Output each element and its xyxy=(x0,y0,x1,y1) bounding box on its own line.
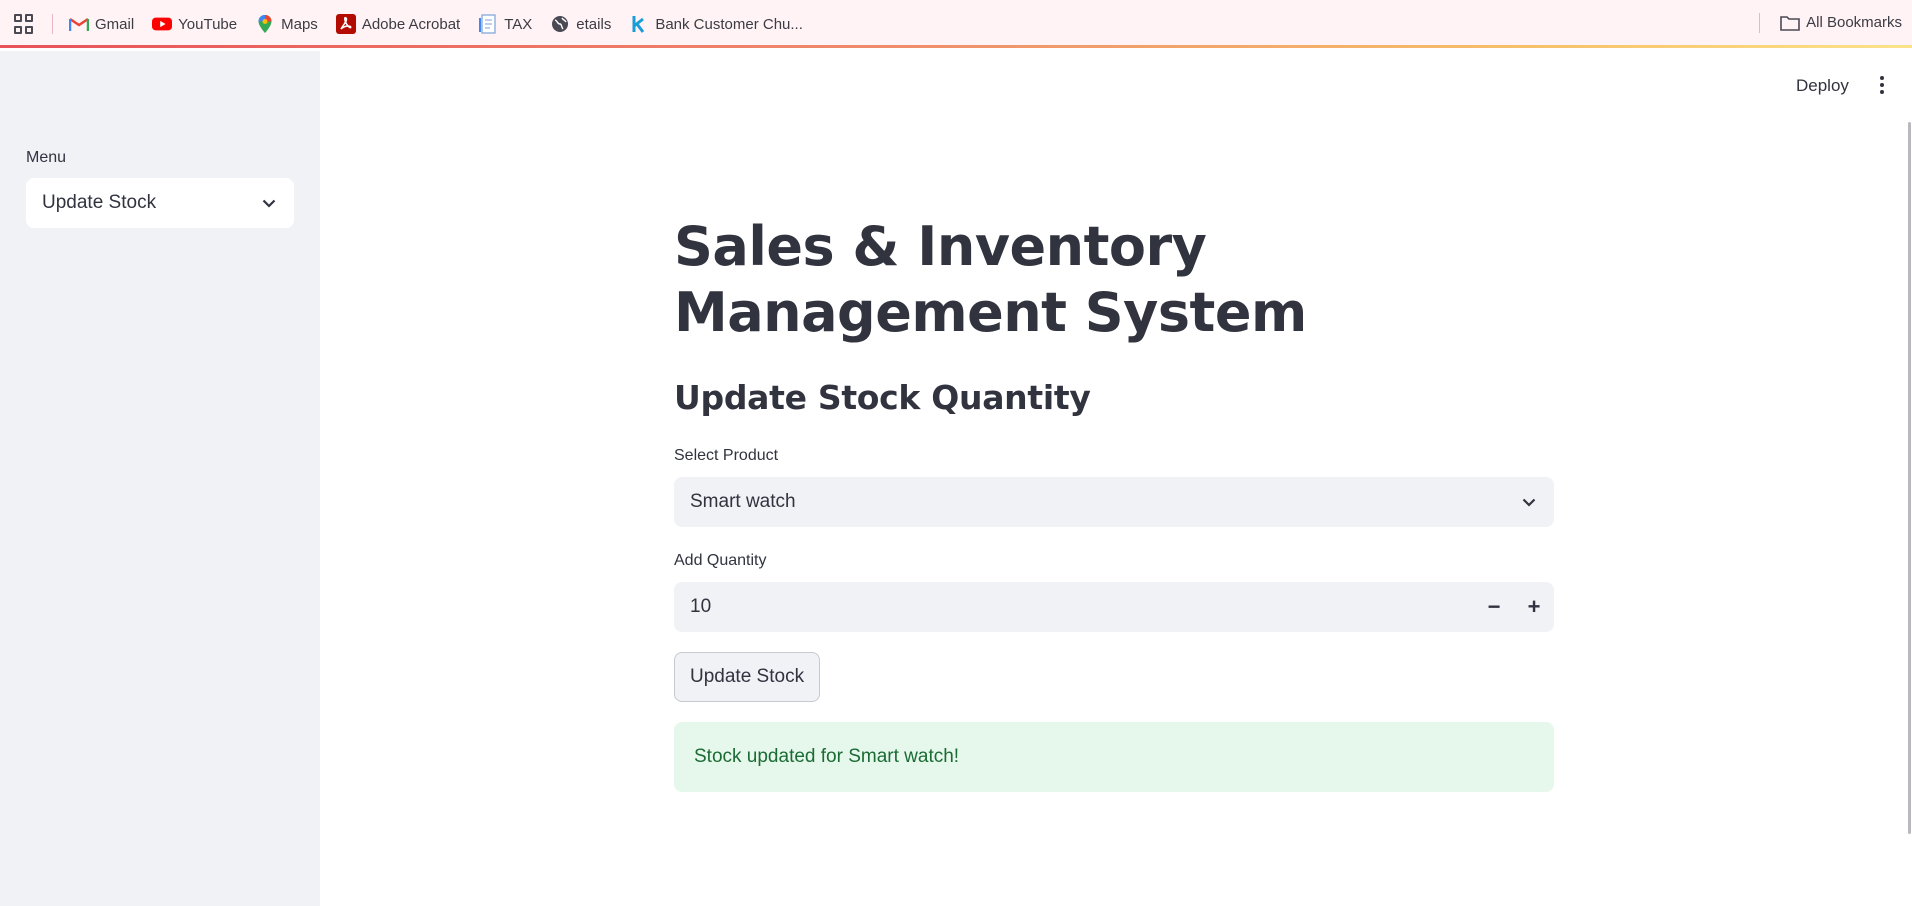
bookmark-etails[interactable]: etails xyxy=(550,14,611,34)
product-select[interactable]: Smart watch xyxy=(674,477,1554,527)
sidebar: Menu Update Stock xyxy=(0,51,320,906)
maps-icon xyxy=(255,14,275,34)
bookmark-label: YouTube xyxy=(178,15,238,33)
bookmarks-separator xyxy=(52,14,53,34)
acrobat-icon xyxy=(335,14,356,34)
product-label: Select Product xyxy=(674,447,779,464)
bookmark-bank-customer[interactable]: Bank Customer Chu... xyxy=(629,14,803,34)
bookmarks-right: All Bookmarks xyxy=(1759,0,1912,45)
menu-select[interactable]: Update Stock xyxy=(26,178,294,228)
bookmark-label: TAX xyxy=(504,15,533,33)
decrement-button[interactable]: − xyxy=(1474,582,1514,632)
bookmark-adobe-acrobat[interactable]: Adobe Acrobat xyxy=(335,14,461,34)
bookmark-youtube[interactable]: YouTube xyxy=(152,14,237,34)
bookmark-label: Bank Customer Chu... xyxy=(655,15,803,33)
increment-button[interactable]: + xyxy=(1514,582,1554,632)
quantity-input[interactable]: 10 xyxy=(690,596,711,618)
all-bookmarks[interactable]: All Bookmarks xyxy=(1780,13,1902,33)
stepper-controls: − + xyxy=(1474,582,1554,632)
menu-select-value: Update Stock xyxy=(42,192,157,213)
bookmark-maps[interactable]: Maps xyxy=(255,14,318,34)
quantity-stepper[interactable]: 10 − + xyxy=(674,582,1554,632)
deploy-button[interactable]: Deploy xyxy=(1796,76,1849,96)
gmail-icon xyxy=(69,14,89,34)
bookmark-label: Gmail xyxy=(95,15,135,33)
more-options-icon[interactable] xyxy=(1872,75,1892,95)
bookmark-label: Maps xyxy=(281,15,318,33)
globe-icon xyxy=(550,14,570,34)
bookmark-tax[interactable]: TAX xyxy=(478,14,532,34)
bookmarks-bar: Gmail YouTube Maps Adobe Acrobat TAX eta… xyxy=(0,0,1912,48)
chevron-down-icon xyxy=(260,194,278,212)
section-title: Update Stock Quantity xyxy=(674,378,1091,417)
document-icon xyxy=(478,14,498,34)
update-stock-button[interactable]: Update Stock xyxy=(674,652,821,702)
quantity-label: Add Quantity xyxy=(674,552,767,569)
scrollbar[interactable] xyxy=(1908,122,1911,834)
all-bookmarks-label: All Bookmarks xyxy=(1806,14,1902,31)
bookmark-gmail[interactable]: Gmail xyxy=(69,14,134,34)
menu-label: Menu xyxy=(26,149,67,166)
apps-grid-icon[interactable] xyxy=(14,14,34,34)
youtube-icon xyxy=(152,14,173,34)
bookmark-label: etails xyxy=(576,15,612,33)
page-title: Sales & Inventory Management System xyxy=(674,215,1307,344)
k-icon xyxy=(629,14,649,34)
bookmarks-separator xyxy=(1759,12,1761,33)
folder-icon xyxy=(1780,13,1800,33)
loading-accent-line xyxy=(0,45,1912,48)
success-alert: Stock updated for Smart watch! xyxy=(674,722,1554,792)
chevron-down-icon xyxy=(1520,493,1538,511)
product-select-value: Smart watch xyxy=(690,491,796,512)
bookmark-label: Adobe Acrobat xyxy=(361,15,461,33)
